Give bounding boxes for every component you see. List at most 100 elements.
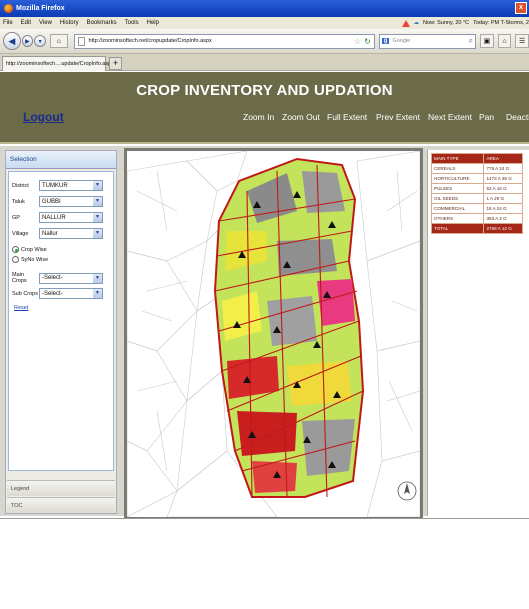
main-area: Selection District TUMKUR ▼ Taluk GUBBI … (0, 146, 529, 520)
crop-type-cell: OTHERS (430, 213, 485, 224)
crop-wise-radio-row[interactable]: Crop Wise (12, 246, 47, 253)
total-row: TOTAL 2708 A 12 G (430, 223, 523, 234)
home-icon[interactable]: ⌂ (497, 34, 512, 48)
firefox-icon (4, 4, 13, 13)
syno-wise-radio-row[interactable]: SyNo Wise (12, 256, 48, 263)
menu-help[interactable]: Help (147, 20, 159, 26)
table-header-row: MAIN TYPE AREA (430, 153, 523, 164)
main-crops-row: Main Crops -Select- ▼ (12, 272, 103, 284)
menu-tools[interactable]: Tools (125, 20, 139, 26)
search-box[interactable]: g Google ⌕ (378, 33, 477, 49)
village-map[interactable] (126, 150, 421, 518)
menu-bar: File Edit View History Bookmarks Tools H… (0, 17, 529, 29)
app-header: CROP INVENTORY AND UPDATION Logout Zoom … (0, 72, 529, 144)
crop-area-cell: 18 A 24 G (483, 203, 523, 214)
weather-now[interactable]: Now: Sunny, 20 °C (423, 20, 469, 26)
full-extent-button[interactable]: Full Extent (327, 112, 367, 122)
forward-icon[interactable]: ▶ (21, 35, 34, 47)
warning-icon[interactable] (401, 19, 410, 27)
main-crops-label: Main Crops (12, 272, 27, 284)
crop-area-cell: 52 A 16 G (483, 183, 523, 194)
bookmark-star-icon[interactable]: ☆ (354, 37, 361, 46)
history-dropdown-icon[interactable]: ▾ (34, 35, 46, 47)
chevron-down-icon[interactable]: ▼ (93, 181, 102, 190)
menu-view[interactable]: View (39, 20, 52, 26)
window-title: Mozilla Firefox (16, 5, 65, 12)
toc-accordion[interactable]: TOC (7, 497, 115, 513)
taluk-select[interactable]: GUBBI ▼ (39, 196, 103, 207)
home-page-icon[interactable]: ⌂ (49, 34, 68, 48)
table-row: CEREALS 775 A 24 G (430, 163, 523, 174)
gp-value: NALLUR (42, 214, 66, 221)
table-row: PULSES 52 A 16 G (430, 183, 523, 194)
selection-body: District TUMKUR ▼ Taluk GUBBI ▼ GP NALLU… (8, 171, 114, 471)
chevron-down-icon[interactable]: ▼ (93, 213, 102, 222)
window-close-button[interactable]: x (515, 2, 527, 14)
legend-accordion[interactable]: Legend (7, 480, 115, 496)
taluk-row: Taluk GUBBI ▼ (12, 196, 103, 207)
weather-today[interactable]: Today: PM T-Storms, 2 (473, 20, 529, 26)
zoom-out-button[interactable]: Zoom Out (282, 112, 320, 122)
crop-type-cell: HORTICULTURE (430, 173, 485, 184)
chevron-down-icon[interactable]: ▼ (93, 229, 102, 238)
reset-link[interactable]: Reset (14, 305, 28, 311)
window-titlebar: Mozilla Firefox x (0, 0, 529, 17)
tab-bar: http://zoominsoftech....update/CropInfo.… (0, 54, 529, 71)
map-view[interactable] (124, 148, 423, 520)
district-row: District TUMKUR ▼ (12, 180, 103, 191)
menu-history[interactable]: History (60, 20, 79, 26)
sub-crops-label: Sub Crops (12, 290, 38, 297)
chevron-down-icon[interactable]: ▼ (93, 197, 102, 206)
syno-wise-label: SyNo Wise (21, 256, 49, 263)
menu-file[interactable]: File (3, 20, 13, 26)
addon-icon[interactable]: ▣ (480, 34, 494, 48)
google-icon[interactable]: g (381, 38, 390, 44)
status-area: ☁ Now: Sunny, 20 °C Today: PM T-Storms, … (401, 17, 529, 29)
main-type-header: MAIN TYPE (430, 153, 485, 164)
menu-bookmarks[interactable]: Bookmarks (87, 20, 117, 26)
search-placeholder: Google (392, 38, 411, 44)
crop-type-cell: PULSES (430, 183, 485, 194)
reload-icon[interactable]: ↻ (364, 37, 371, 46)
chevron-down-icon[interactable]: ▼ (93, 289, 102, 298)
browser-tab[interactable]: http://zoominsoftech....update/CropInfo.… (2, 56, 117, 71)
prev-extent-button[interactable]: Prev Extent (376, 112, 420, 122)
taluk-value: GUBBI (42, 198, 61, 205)
district-value: TUMKUR (42, 182, 68, 189)
menu-edit[interactable]: Edit (21, 20, 31, 26)
deactivate-button[interactable]: Deactivate (506, 112, 529, 122)
selection-header[interactable]: Selection (6, 151, 116, 169)
search-icon[interactable]: ⌕ (469, 36, 473, 46)
url-bar[interactable]: http://zoominsoftech.net/cropupdate/Crop… (73, 33, 375, 49)
district-select[interactable]: TUMKUR ▼ (39, 180, 103, 191)
tools-icon[interactable]: ☰ (515, 34, 529, 48)
district-label: District (12, 182, 29, 189)
zoom-in-button[interactable]: Zoom In (243, 112, 274, 122)
crop-type-cell: CEREALS (430, 163, 485, 174)
sub-crops-row: Sub Crops -Select- ▼ (12, 288, 103, 299)
table-row: HORTICULTURE 1473 A 35 G (430, 173, 523, 184)
syno-wise-radio[interactable] (12, 256, 19, 263)
bottom-panel (0, 518, 529, 609)
logout-link[interactable]: Logout (23, 110, 64, 124)
total-label: TOTAL (430, 223, 485, 234)
crop-wise-radio[interactable] (12, 246, 19, 253)
crop-summary-panel: MAIN TYPE AREA CEREALS 775 A 24 G HORTIC… (427, 150, 529, 516)
pan-button[interactable]: Pan (479, 112, 494, 122)
total-area: 2708 A 12 G (483, 223, 523, 234)
app-title: CROP INVENTORY AND UPDATION (136, 82, 393, 99)
gp-label: GP (12, 214, 20, 221)
crop-area-cell: 1473 A 35 G (483, 173, 523, 184)
gp-row: GP NALLUR ▼ (12, 212, 103, 223)
next-extent-button[interactable]: Next Extent (428, 112, 472, 122)
back-icon[interactable]: ◀ (3, 32, 21, 50)
gp-select[interactable]: NALLUR ▼ (39, 212, 103, 223)
crop-area-cell: 775 A 24 G (483, 163, 523, 174)
url-text: http://zoominsoftech.net/cropupdate/Crop… (88, 38, 212, 44)
sub-crops-select[interactable]: -Select- ▼ (39, 288, 103, 299)
chevron-down-icon[interactable]: ▼ (93, 273, 102, 283)
main-crops-select[interactable]: -Select- ▼ (39, 272, 103, 284)
new-tab-button[interactable]: + (109, 57, 122, 70)
taluk-label: Taluk (12, 198, 25, 205)
village-select[interactable]: Nallur ▼ (39, 228, 103, 239)
